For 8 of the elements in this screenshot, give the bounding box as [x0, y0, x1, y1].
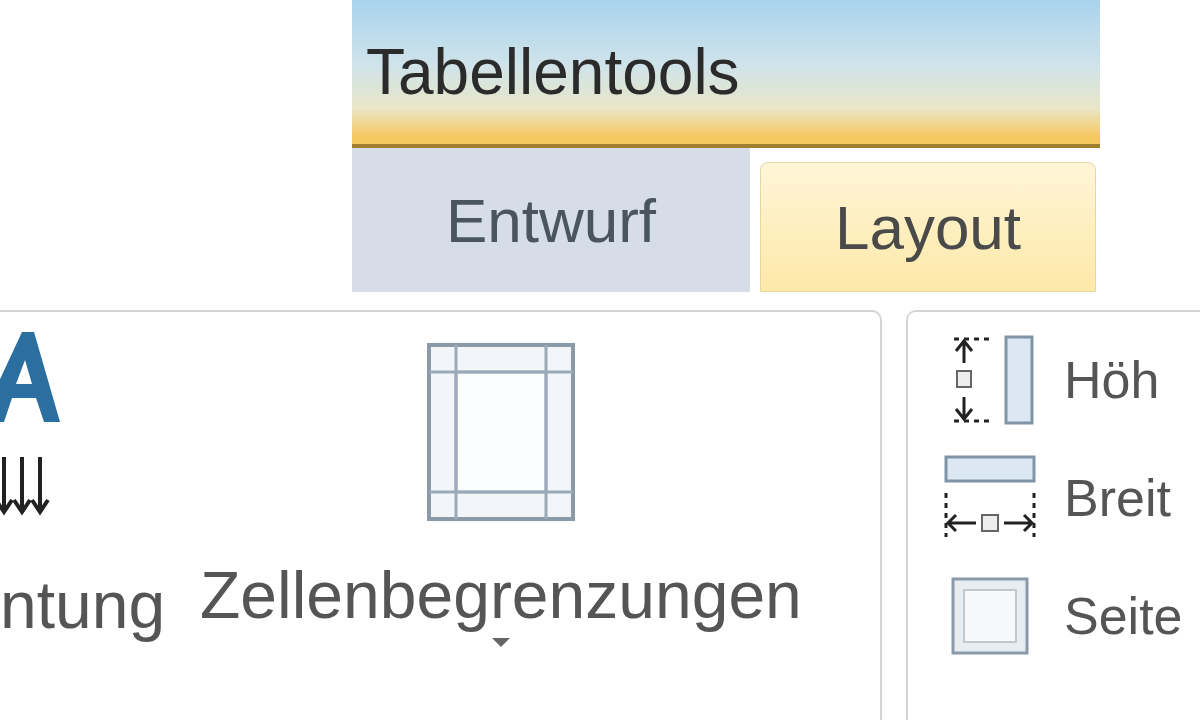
- cell-margins-icon: [425, 342, 576, 522]
- ribbon-tab[interactable]: Entwurf: [352, 148, 750, 292]
- square-icon: [950, 576, 1030, 656]
- ribbon-button-label[interactable]: Breit: [1064, 472, 1171, 524]
- ribbon-button-label[interactable]: Höh: [1064, 354, 1160, 406]
- ribbon-tab[interactable]: Layout: [760, 162, 1096, 292]
- ribbon-button-label[interactable]: Seite: [1064, 590, 1183, 642]
- tool-header-title: Tabellentools: [366, 40, 740, 104]
